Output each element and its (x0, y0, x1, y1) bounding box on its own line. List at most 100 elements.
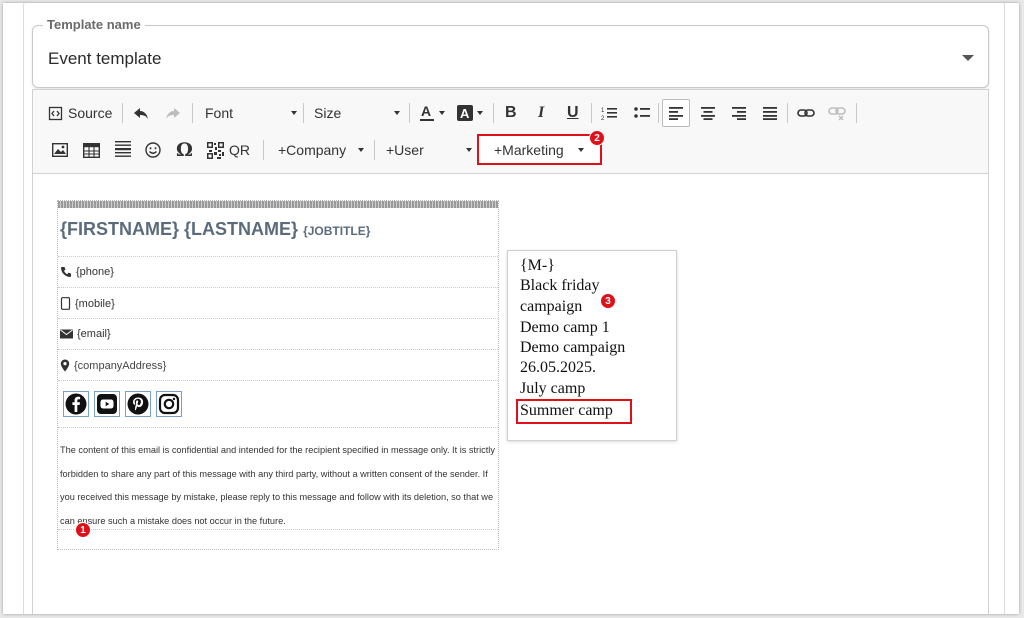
align-center-button[interactable] (701, 100, 715, 126)
justify-icon (763, 107, 777, 120)
map-pin-icon (60, 359, 70, 372)
emoji-button[interactable] (145, 137, 161, 163)
instagram-icon[interactable] (156, 391, 182, 417)
dropdown-item[interactable]: campaign (520, 297, 582, 317)
step-marker-2: 2 (589, 130, 605, 146)
facebook-icon[interactable] (63, 391, 89, 417)
signature-email-row: {email} (58, 319, 498, 350)
redo-button[interactable] (165, 100, 181, 126)
user-fields-label: +User (386, 142, 424, 158)
dropdown-item-summer-camp[interactable]: Summer camp (520, 401, 613, 421)
user-fields-select[interactable]: +User (386, 137, 472, 163)
special-char-button[interactable]: Ω (176, 137, 193, 163)
toolbar-separator (192, 103, 193, 123)
underline-button[interactable]: U (567, 100, 579, 126)
social-icons (63, 391, 182, 417)
signature-address: {companyAddress} (60, 359, 166, 372)
image-button[interactable] (52, 137, 68, 163)
font-select-label: Font (205, 105, 234, 121)
size-select-label: Size (314, 105, 342, 121)
text-color-button[interactable]: A (419, 100, 445, 126)
signature-firstname: {FIRSTNAME} (60, 219, 180, 239)
dropdown-item[interactable]: {M-} (520, 256, 555, 276)
toolbar-separator (856, 103, 857, 123)
horizontal-line-button[interactable] (115, 136, 131, 162)
qr-code-icon (207, 141, 224, 159)
template-name-select[interactable]: Template name Event template (32, 17, 989, 88)
source-icon (48, 106, 63, 120)
background-color-icon: A (457, 105, 473, 121)
template-name-value: Event template (48, 49, 162, 68)
chevron-down-icon (358, 148, 365, 152)
unlink-icon (828, 107, 846, 121)
marketing-fields-select[interactable]: +Marketing (477, 134, 602, 165)
qr-button[interactable]: QR (207, 137, 250, 163)
link-icon (797, 109, 815, 117)
bold-button[interactable]: B (505, 100, 517, 126)
signature-mobile-text: {mobile} (75, 297, 115, 310)
undo-button[interactable] (133, 100, 149, 126)
signature-name: {FIRSTNAME} {LASTNAME} {JOBTITLE} (60, 219, 370, 240)
toolbar-separator (122, 103, 123, 123)
toolbar-separator (303, 103, 304, 123)
signature-email-text: {email} (77, 328, 111, 340)
company-fields-select[interactable]: +Company (278, 137, 365, 163)
chevron-down-icon (466, 148, 472, 152)
table-icon (83, 142, 100, 158)
pinterest-icon[interactable] (125, 391, 151, 417)
size-select[interactable]: Size (314, 100, 400, 126)
align-right-button[interactable] (732, 100, 746, 126)
align-center-icon (701, 107, 715, 120)
numbered-list-icon: 12 (601, 108, 617, 121)
align-left-button[interactable] (662, 99, 690, 127)
signature-phone-row: {phone} (58, 257, 498, 288)
bulleted-list-button[interactable] (634, 100, 650, 126)
table-button[interactable] (83, 137, 100, 163)
align-left-icon (669, 107, 683, 120)
align-right-icon (732, 107, 746, 120)
youtube-icon[interactable] (94, 391, 120, 417)
bold-icon: B (505, 104, 517, 121)
justify-button[interactable] (763, 100, 777, 126)
phone-icon (61, 267, 71, 277)
step-marker-3: 3 (600, 293, 616, 309)
unlink-button[interactable] (828, 100, 846, 126)
signature-lastname: {LASTNAME} (184, 219, 299, 239)
signature-address-row: {companyAddress} (58, 350, 498, 381)
rich-text-editor: Source Font Size A A B I U 1 2 Ω QR +Com… (32, 89, 989, 614)
font-select[interactable]: Font (205, 100, 297, 126)
signature-mobile: {mobile} (60, 297, 115, 310)
dropdown-item[interactable]: 26.05.2025. (520, 358, 596, 378)
toolbar-separator (263, 140, 264, 160)
svg-text:1: 1 (601, 108, 605, 114)
chevron-down-icon[interactable] (962, 55, 974, 61)
toolbar-separator (409, 103, 410, 123)
signature-name-row: {FIRSTNAME} {LASTNAME} {JOBTITLE} (58, 201, 498, 257)
undo-icon (134, 108, 148, 119)
background-color-button[interactable]: A (457, 100, 483, 126)
text-color-icon: A (420, 104, 434, 121)
step-marker-1: 1 (75, 522, 91, 538)
italic-icon: I (538, 104, 545, 121)
underline-icon: U (567, 104, 579, 121)
dropdown-item[interactable]: Black friday (520, 276, 600, 296)
company-fields-label: +Company (278, 142, 347, 158)
toolbar-separator (374, 140, 375, 160)
link-button[interactable] (797, 100, 815, 126)
marketing-fields-label: +Marketing (494, 141, 564, 158)
svg-text:A: A (421, 104, 431, 119)
chevron-down-icon (394, 111, 400, 115)
italic-button[interactable]: I (538, 100, 544, 126)
signature-address-text: {companyAddress} (74, 359, 167, 372)
svg-text:A: A (460, 106, 470, 121)
dropdown-item[interactable]: July camp (520, 379, 585, 399)
toolbar-separator (787, 103, 788, 123)
dropdown-item[interactable]: Demo camp 1 (520, 318, 610, 338)
dropdown-item[interactable]: Demo campaign (520, 338, 625, 358)
svg-text:2: 2 (601, 116, 605, 121)
numbered-list-button[interactable]: 12 (601, 100, 617, 126)
chevron-down-icon (477, 111, 483, 115)
chevron-down-icon (439, 111, 445, 115)
signature-content[interactable]: {FIRSTNAME} {LASTNAME} {JOBTITLE} {phone… (57, 200, 499, 550)
source-button[interactable]: Source (48, 100, 112, 126)
